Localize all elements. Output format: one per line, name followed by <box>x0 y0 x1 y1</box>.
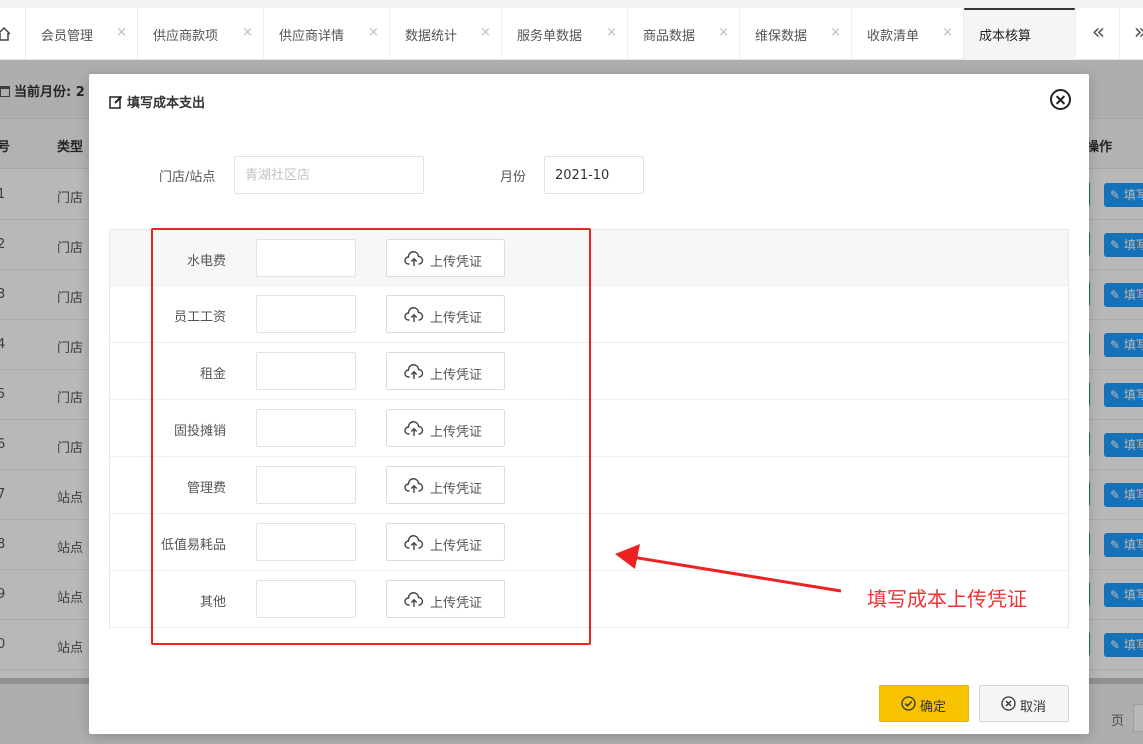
tab-bar: 会员管理 × 供应商款项 × 供应商详情 × 数据统计 × 服务单数据 × 商品… <box>0 8 1143 60</box>
home-icon <box>0 26 11 41</box>
close-icon[interactable]: × <box>116 25 127 40</box>
cancel-circle-icon <box>1001 696 1016 711</box>
tab-label: 维保数据 <box>755 29 808 44</box>
tab-maintenance-data[interactable]: 维保数据 × <box>740 8 852 60</box>
tab-label: 服务单数据 <box>517 29 583 44</box>
close-icon[interactable]: × <box>242 25 253 40</box>
close-icon[interactable]: × <box>480 25 491 40</box>
annotation-text: 填写成本上传凭证 <box>867 587 1027 611</box>
tab-cost-accounting[interactable]: 成本核算 <box>964 8 1076 60</box>
tab-member-management[interactable]: 会员管理 × <box>26 8 138 60</box>
tab-label: 供应商详情 <box>279 29 345 44</box>
check-circle-icon <box>901 696 916 711</box>
tab-service-order-data[interactable]: 服务单数据 × <box>502 8 628 60</box>
tabs-scroll-left-button[interactable]: « <box>1078 8 1120 60</box>
tab-label: 供应商款项 <box>153 29 219 44</box>
tab-receipt-list[interactable]: 收款清单 × <box>852 8 964 60</box>
tab-supplier-details[interactable]: 供应商详情 × <box>264 8 390 60</box>
tab-supplier-payments[interactable]: 供应商款项 × <box>138 8 264 60</box>
home-tab[interactable] <box>0 8 26 60</box>
tab-product-data[interactable]: 商品数据 × <box>628 8 740 60</box>
cancel-label: 取消 <box>1020 700 1047 715</box>
close-icon[interactable]: × <box>368 25 379 40</box>
cancel-button[interactable]: 取消 <box>979 685 1069 722</box>
close-icon[interactable]: × <box>942 25 953 40</box>
tabs-scroll-right-button[interactable]: » <box>1120 8 1143 60</box>
cost-entry-dialog: 填写成本支出 门店/站点 月份 水电费上传凭证员工工资上传凭证租金上传凭证固投摊… <box>89 74 1089 734</box>
tab-data-statistics[interactable]: 数据统计 × <box>390 8 502 60</box>
tab-label: 收款清单 <box>867 29 920 44</box>
tab-label: 商品数据 <box>643 29 696 44</box>
tab-label: 数据统计 <box>405 29 458 44</box>
confirm-button[interactable]: 确定 <box>879 685 969 722</box>
tab-label: 成本核算 <box>979 29 1032 44</box>
tab-label: 会员管理 <box>41 29 94 44</box>
close-icon[interactable]: × <box>718 25 729 40</box>
close-icon[interactable]: × <box>830 25 841 40</box>
close-icon[interactable]: × <box>606 25 617 40</box>
annotation-arrow <box>615 544 842 593</box>
confirm-label: 确定 <box>920 700 947 715</box>
